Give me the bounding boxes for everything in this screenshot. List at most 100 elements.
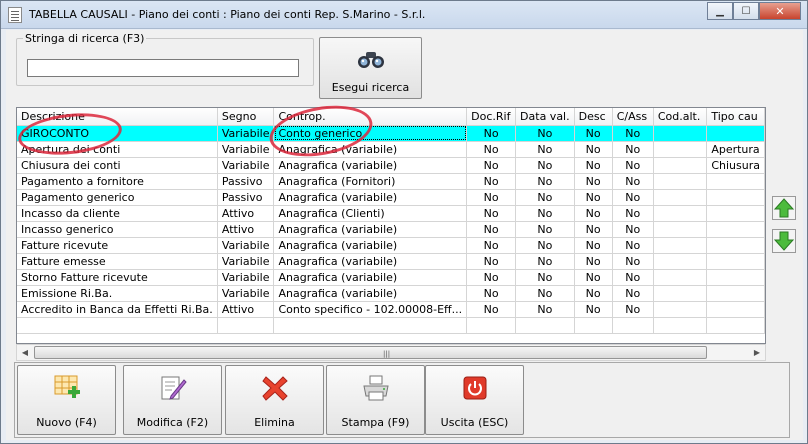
cell-data-val[interactable]: No <box>515 253 575 270</box>
cell-cod-alt[interactable] <box>653 157 708 174</box>
cell-segno[interactable]: Variabile <box>217 141 275 158</box>
column-header-segno[interactable]: Segno <box>217 108 275 126</box>
modifica-button[interactable]: Modifica (F2) <box>123 365 222 435</box>
cell-doc-rif[interactable]: No <box>466 221 517 238</box>
table-row[interactable]: Incasso generico Attivo Anagrafica (variab… <box>17 221 765 238</box>
cell-data-val[interactable]: No <box>515 237 575 254</box>
cell-tipo-causale[interactable] <box>706 253 765 270</box>
cell-data-val[interactable]: No <box>515 189 575 206</box>
cell-descrizione[interactable]: Incasso da cliente <box>17 205 218 222</box>
scroll-right-icon[interactable]: ▶ <box>751 347 763 359</box>
cell-cod-alt[interactable] <box>653 221 708 238</box>
cell-controp[interactable]: Anagrafica (variabile) <box>273 285 468 302</box>
move-down-button[interactable] <box>772 229 796 253</box>
cell-cod-alt[interactable] <box>653 141 708 158</box>
cell-descrizione[interactable]: Apertura dei conti <box>17 141 218 158</box>
cell-doc-rif[interactable]: No <box>466 253 517 270</box>
horizontal-scrollbar[interactable]: ◀ ||| ▶ <box>16 344 766 361</box>
cell-desc[interactable]: No <box>574 221 613 238</box>
close-button[interactable]: ✕ <box>759 2 801 20</box>
cell-doc-rif[interactable]: No <box>466 189 517 206</box>
cell-c-ass[interactable]: No <box>612 221 654 238</box>
cell-doc-rif[interactable]: No <box>466 157 517 174</box>
uscita-button[interactable]: Uscita (ESC) <box>425 365 524 435</box>
cell-desc[interactable]: No <box>574 301 613 318</box>
cell-descrizione[interactable]: Fatture ricevute <box>17 237 218 254</box>
cell-segno[interactable]: Variabile <box>217 237 275 254</box>
cell-cod-alt[interactable] <box>653 285 708 302</box>
cell-controp[interactable]: Anagrafica (variabile) <box>273 237 468 254</box>
minimize-button[interactable]: ▁ <box>707 2 733 20</box>
column-header-c-ass[interactable]: C/Ass <box>612 108 654 126</box>
cell-data-val[interactable]: No <box>515 157 575 174</box>
cell-desc[interactable]: No <box>574 141 613 158</box>
cell-segno[interactable]: Passivo <box>217 189 275 206</box>
column-header-cod-alt[interactable]: Cod.alt. <box>653 108 708 126</box>
cell-controp[interactable]: Anagrafica (variabile) <box>273 189 468 206</box>
cell-c-ass[interactable]: No <box>612 125 654 142</box>
column-header-doc-rif[interactable]: Doc.Rif <box>466 108 517 126</box>
cell-doc-rif[interactable]: No <box>466 205 517 222</box>
nuovo-button[interactable]: Nuovo (F4) <box>17 365 116 435</box>
cell-cod-alt[interactable] <box>653 125 708 142</box>
cell-cod-alt[interactable] <box>653 237 708 254</box>
cell-data-val[interactable]: No <box>515 285 575 302</box>
cell-data-val[interactable]: No <box>515 269 575 286</box>
cell-doc-rif[interactable]: No <box>466 285 517 302</box>
move-up-button[interactable] <box>772 196 796 220</box>
cell-data-val[interactable]: No <box>515 221 575 238</box>
cell-tipo-causale[interactable] <box>706 221 765 238</box>
cell-cod-alt[interactable] <box>653 253 708 270</box>
cell-tipo-causale[interactable] <box>706 269 765 286</box>
cell-data-val[interactable]: No <box>515 141 575 158</box>
elimina-button[interactable]: Elimina <box>225 365 324 435</box>
cell-segno[interactable]: Attivo <box>217 221 275 238</box>
cell-segno[interactable]: Attivo <box>217 301 275 318</box>
cell-c-ass[interactable]: No <box>612 269 654 286</box>
cell-tipo-causale[interactable]: Apertura <box>706 141 765 158</box>
cell-descrizione[interactable]: Accredito in Banca da Effetti Ri.Ba. <box>17 301 218 318</box>
cell-doc-rif[interactable]: No <box>466 269 517 286</box>
table-row[interactable]: Storno Fatture ricevute Variabile Anagrafi… <box>17 269 765 286</box>
cell-segno[interactable]: Variabile <box>217 125 275 142</box>
table-row[interactable]: Accredito in Banca da Effetti Ri.Ba. Atti… <box>17 301 765 318</box>
cell-c-ass[interactable]: No <box>612 173 654 190</box>
cell-descrizione[interactable]: Chiusura dei conti <box>17 157 218 174</box>
search-button[interactable]: Esegui ricerca <box>319 37 422 99</box>
cell-controp[interactable]: Anagrafica (variabile) <box>273 269 468 286</box>
cell-segno[interactable]: Variabile <box>217 253 275 270</box>
cell-desc[interactable]: No <box>574 269 613 286</box>
cell-cod-alt[interactable] <box>653 301 708 318</box>
cell-data-val[interactable]: No <box>515 205 575 222</box>
cell-segno[interactable]: Attivo <box>217 205 275 222</box>
cell-desc[interactable]: No <box>574 189 613 206</box>
cell-tipo-causale[interactable] <box>706 285 765 302</box>
cell-cod-alt[interactable] <box>653 173 708 190</box>
cell-controp[interactable]: Anagrafica (variabile) <box>273 157 468 174</box>
table-row[interactable]: Apertura dei conti Variabile Anagrafica (v… <box>17 141 765 158</box>
cell-controp[interactable]: Anagrafica (variabile) <box>273 253 468 270</box>
cell-cod-alt[interactable] <box>653 269 708 286</box>
column-header-controp[interactable]: Controp. <box>273 108 468 126</box>
cell-descrizione[interactable]: Pagamento a fornitore <box>17 173 218 190</box>
table-row[interactable]: GIROCONTO Variabile Conto generico No No No No <box>17 125 765 142</box>
cell-segno[interactable]: Passivo <box>217 173 275 190</box>
cell-descrizione[interactable]: Fatture emesse <box>17 253 218 270</box>
cell-tipo-causale[interactable] <box>706 301 765 318</box>
table-row[interactable]: Pagamento a fornitore Passivo Anagrafica (… <box>17 173 765 190</box>
cell-c-ass[interactable]: No <box>612 189 654 206</box>
cell-data-val[interactable]: No <box>515 125 575 142</box>
cell-cod-alt[interactable] <box>653 205 708 222</box>
cell-segno[interactable]: Variabile <box>217 269 275 286</box>
cell-tipo-causale[interactable] <box>706 205 765 222</box>
cell-desc[interactable]: No <box>574 253 613 270</box>
table-row[interactable]: Fatture emesse Variabile Anagrafica (varia… <box>17 253 765 270</box>
cell-desc[interactable]: No <box>574 125 613 142</box>
column-header-descrizione[interactable]: Descrizione <box>17 108 218 126</box>
cell-descrizione[interactable]: Emissione Ri.Ba. <box>17 285 218 302</box>
cell-descrizione[interactable]: Pagamento generico <box>17 189 218 206</box>
cell-c-ass[interactable]: No <box>612 205 654 222</box>
cell-descrizione[interactable]: Storno Fatture ricevute <box>17 269 218 286</box>
cell-controp[interactable]: Anagrafica (Clienti) <box>273 205 468 222</box>
cell-doc-rif[interactable]: No <box>466 237 517 254</box>
